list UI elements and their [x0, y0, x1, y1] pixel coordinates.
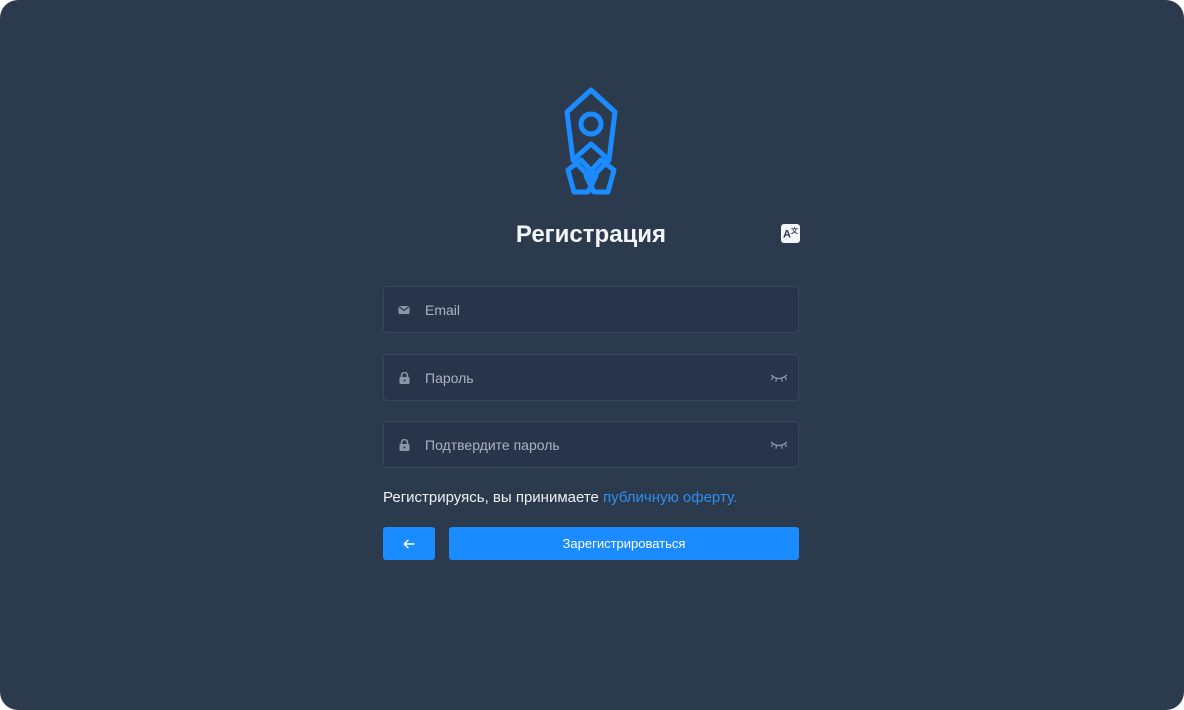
- language-button[interactable]: A文: [781, 224, 800, 243]
- page-title: Регистрация: [515, 221, 667, 248]
- lock-icon: [397, 438, 411, 452]
- password-input[interactable]: [425, 355, 765, 400]
- lock-icon: [397, 371, 411, 385]
- public-offer-link[interactable]: публичную оферту.: [603, 489, 737, 506]
- arrow-left-icon: [403, 539, 415, 548]
- terms-text: Регистрируясь, вы принимаете: [383, 489, 599, 506]
- envelope-icon: [397, 303, 411, 317]
- confirm-password-field[interactable]: [383, 421, 799, 468]
- eye-closed-icon[interactable]: [770, 439, 788, 451]
- register-button-label: Зарегистрироваться: [562, 536, 686, 551]
- register-button[interactable]: Зарегистрироваться: [449, 527, 799, 560]
- terms-notice: Регистрируясь, вы принимаете публичную о…: [383, 489, 737, 506]
- back-button[interactable]: [383, 527, 435, 560]
- email-field[interactable]: [383, 286, 799, 333]
- password-field[interactable]: [383, 354, 799, 401]
- confirm-password-input[interactable]: [425, 422, 765, 467]
- registration-window: Регистрация A文 Email Регистрируясь, вы п…: [0, 0, 1184, 710]
- rocket-icon: [564, 87, 618, 195]
- translate-icon: A文: [783, 228, 798, 241]
- email-input[interactable]: [425, 287, 765, 332]
- eye-closed-icon[interactable]: [770, 372, 788, 384]
